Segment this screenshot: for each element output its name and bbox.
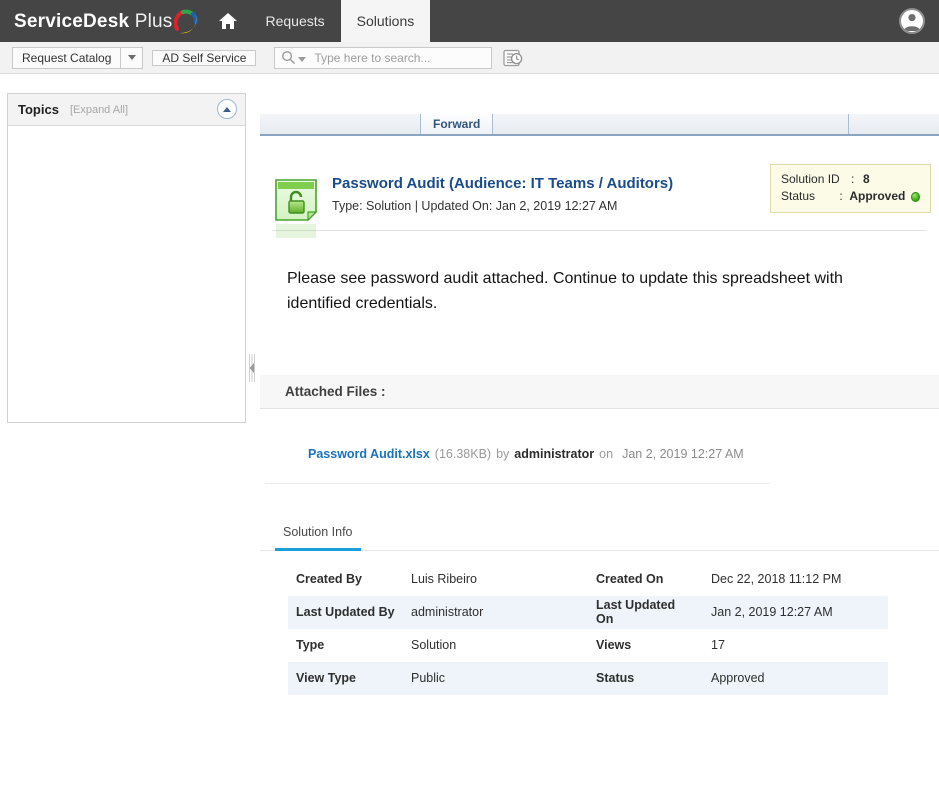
attached-files-title: Attached Files : xyxy=(285,383,386,399)
info-key: Status xyxy=(588,661,703,695)
solution-detail-content: Forward Password Audit (Audience: IT Tea… xyxy=(260,93,939,791)
action-bar-left-spacer xyxy=(260,114,421,134)
info-value: Dec 22, 2018 11:12 PM xyxy=(711,572,842,587)
top-header-bar: ServiceDesk Plus Requests Solutions xyxy=(0,0,939,42)
attachment-uploader: administrator xyxy=(514,446,595,461)
table-row: Type Solution Views 17 xyxy=(288,629,888,662)
info-value: Luis Ribeiro xyxy=(411,572,478,587)
brand-text: ServiceDesk Plus xyxy=(14,12,173,31)
solution-info-table: Created By Luis Ribeiro Created On Dec 2… xyxy=(288,563,888,695)
solution-status-row: Status : Approved xyxy=(781,188,921,205)
info-value: Approved xyxy=(703,661,888,695)
solution-description: Please see password audit attached. Cont… xyxy=(287,270,843,312)
search-area xyxy=(274,46,524,69)
solution-header: Password Audit (Audience: IT Teams / Aud… xyxy=(260,136,939,238)
user-avatar-button[interactable] xyxy=(899,8,925,34)
solution-status-label: Status xyxy=(781,189,816,203)
ad-self-service-button[interactable]: AD Self Service xyxy=(152,49,257,66)
search-icon xyxy=(282,51,296,65)
info-key: View Type xyxy=(288,661,403,695)
attachment-by-label: by xyxy=(496,446,510,461)
secondary-toolbar: Request Catalog AD Self Service xyxy=(0,42,939,74)
attachment-file-link[interactable]: Password Audit.xlsx xyxy=(308,447,430,461)
home-icon xyxy=(218,13,237,29)
brand-name-light: Plus xyxy=(129,10,173,32)
info-value: Jan 2, 2019 12:27 AM xyxy=(703,595,888,629)
solution-id-label: Solution ID xyxy=(781,172,840,186)
info-value: Solution xyxy=(411,638,457,653)
solution-id-status-box: Solution ID : 8 Status : Approved xyxy=(770,164,931,213)
topics-panel: Topics [Expand All] xyxy=(7,93,246,423)
search-scope-chevron-down-icon[interactable] xyxy=(298,57,307,62)
attachment-divider xyxy=(265,482,770,484)
nav-tab-requests[interactable]: Requests xyxy=(250,0,341,42)
attached-files-band: Attached Files : xyxy=(260,374,939,409)
info-key: Type xyxy=(296,638,325,653)
info-key: Last Updated On xyxy=(588,595,703,629)
info-value: 17 xyxy=(711,638,725,653)
chevron-up-circle-icon xyxy=(223,106,231,112)
solution-id-colon: : xyxy=(851,172,855,186)
solution-action-bar: Forward xyxy=(260,114,939,136)
solution-info-table-body: Created By Luis Ribeiro Created On Dec 2… xyxy=(288,563,888,695)
collapse-left-handle-icon xyxy=(249,354,255,382)
action-bar-tail xyxy=(849,114,939,134)
recent-history-button[interactable] xyxy=(502,48,524,68)
info-key: Created On xyxy=(596,572,664,587)
info-value: Public xyxy=(403,661,588,695)
nav-tab-solutions[interactable]: Solutions xyxy=(340,0,431,42)
request-catalog-group: Request Catalog xyxy=(12,46,144,69)
green-status-dot-icon xyxy=(911,191,921,202)
home-button[interactable] xyxy=(206,0,250,42)
info-value: administrator xyxy=(403,595,588,629)
topics-header: Topics [Expand All] xyxy=(8,94,245,126)
solution-info-tabs: Solution Info xyxy=(260,525,939,551)
solution-status-value: Approved xyxy=(849,189,906,203)
logo-arc-icon xyxy=(173,7,200,35)
topics-tree[interactable] xyxy=(8,126,245,422)
tab-solution-info[interactable]: Solution Info xyxy=(275,525,361,551)
info-key: Last Updated By xyxy=(288,595,403,629)
attachment-row: Password Audit.xlsx (16.38KB) by adminis… xyxy=(260,409,939,461)
expand-all-link[interactable]: [Expand All] xyxy=(70,104,128,116)
solution-status-colon: : xyxy=(839,189,843,203)
attachment-date: Jan 2, 2019 12:27 AM xyxy=(622,446,744,461)
main-nav-tabs: Requests Solutions xyxy=(250,0,431,42)
info-key: Views xyxy=(596,638,632,653)
recent-history-icon xyxy=(503,49,523,66)
user-avatar-icon xyxy=(903,14,921,31)
brand-name-bold: ServiceDesk xyxy=(14,10,130,32)
topics-collapse-button[interactable] xyxy=(217,99,237,119)
table-row: View Type Public Status Approved xyxy=(288,661,888,695)
header-right-actions xyxy=(899,0,939,42)
attachment-file-size: (16.38KB) xyxy=(434,446,492,461)
info-key: Created By xyxy=(296,572,362,587)
forward-button[interactable]: Forward xyxy=(421,114,494,134)
table-row: Last Updated By administrator Last Updat… xyxy=(288,595,888,629)
solution-id-value: 8 xyxy=(863,172,870,186)
brand-logo[interactable]: ServiceDesk Plus xyxy=(0,0,206,42)
green-open-padlock-solution-icon xyxy=(272,176,320,242)
search-box[interactable] xyxy=(274,46,493,69)
request-catalog-button[interactable]: Request Catalog xyxy=(12,46,122,69)
solution-title-link[interactable]: Password Audit (Audience: IT Teams / Aud… xyxy=(332,175,673,193)
request-catalog-dropdown-button[interactable] xyxy=(121,46,144,69)
attachment-on-label: on xyxy=(599,446,614,461)
action-bar-filler xyxy=(493,114,848,134)
chevron-down-icon xyxy=(127,55,136,60)
table-row: Created By Luis Ribeiro Created On Dec 2… xyxy=(288,563,888,596)
search-input[interactable] xyxy=(312,49,486,66)
panel-splitter-handle[interactable] xyxy=(248,352,257,384)
solution-id-row: Solution ID : 8 xyxy=(781,171,920,188)
topics-title: Topics xyxy=(18,102,59,117)
